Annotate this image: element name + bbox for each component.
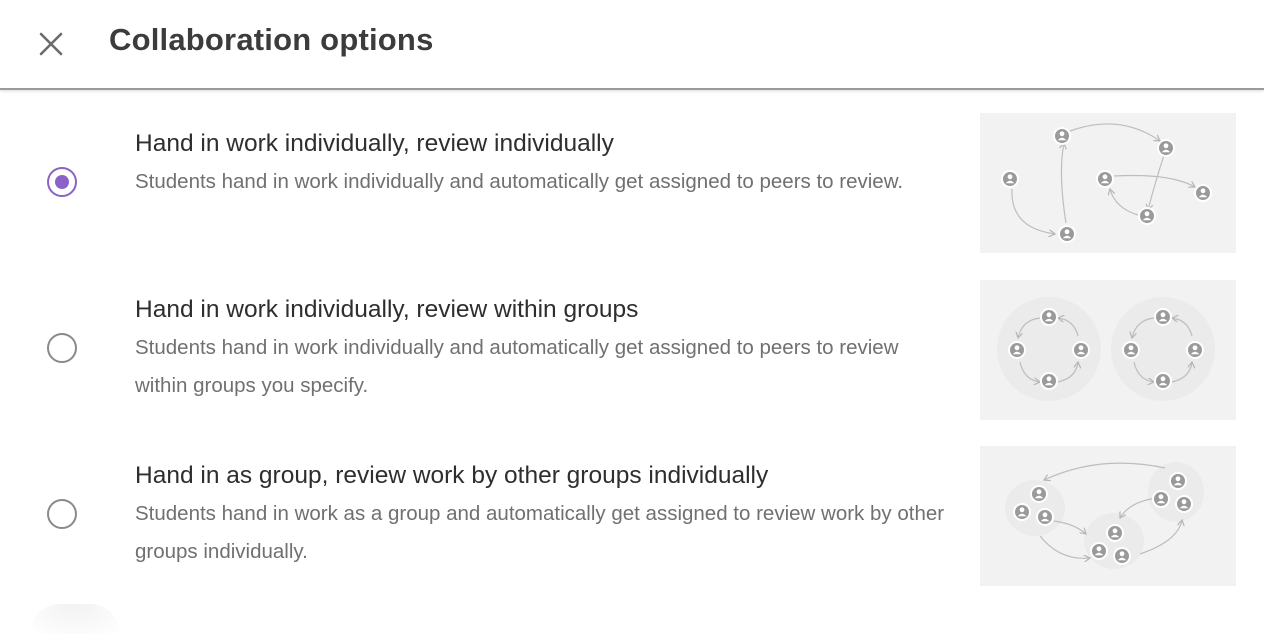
option-individual-review[interactable]: Hand in work individually, review indivi… — [0, 110, 1264, 260]
radio-individual-review[interactable] — [47, 167, 77, 197]
group-review-diagram-icon — [980, 280, 1236, 420]
close-button[interactable] — [32, 25, 70, 63]
option-description: Students hand in work individually and a… — [135, 336, 899, 397]
option-title: Hand in work individually, review indivi… — [135, 130, 614, 157]
dialog-header: Collaboration options — [0, 0, 1264, 90]
option-within-groups[interactable]: Hand in work individually, review within… — [0, 276, 1264, 426]
individual-review-diagram-icon — [980, 113, 1236, 253]
page-title: Collaboration options — [109, 22, 434, 57]
option-description: Students hand in work as a group and aut… — [135, 502, 945, 563]
option-title: Hand in work individually, review within… — [135, 296, 639, 323]
radio-cross-group-review[interactable] — [47, 499, 77, 529]
close-icon — [39, 32, 63, 56]
option-title: Hand in as group, review work by other g… — [135, 462, 769, 489]
option-description: Students hand in work individually and a… — [135, 170, 904, 193]
cross-group-review-diagram-icon — [980, 446, 1236, 586]
option-cross-group-review[interactable]: Hand in as group, review work by other g… — [0, 442, 1264, 592]
radio-within-groups[interactable] — [47, 333, 77, 363]
footer-shadow — [30, 604, 120, 634]
